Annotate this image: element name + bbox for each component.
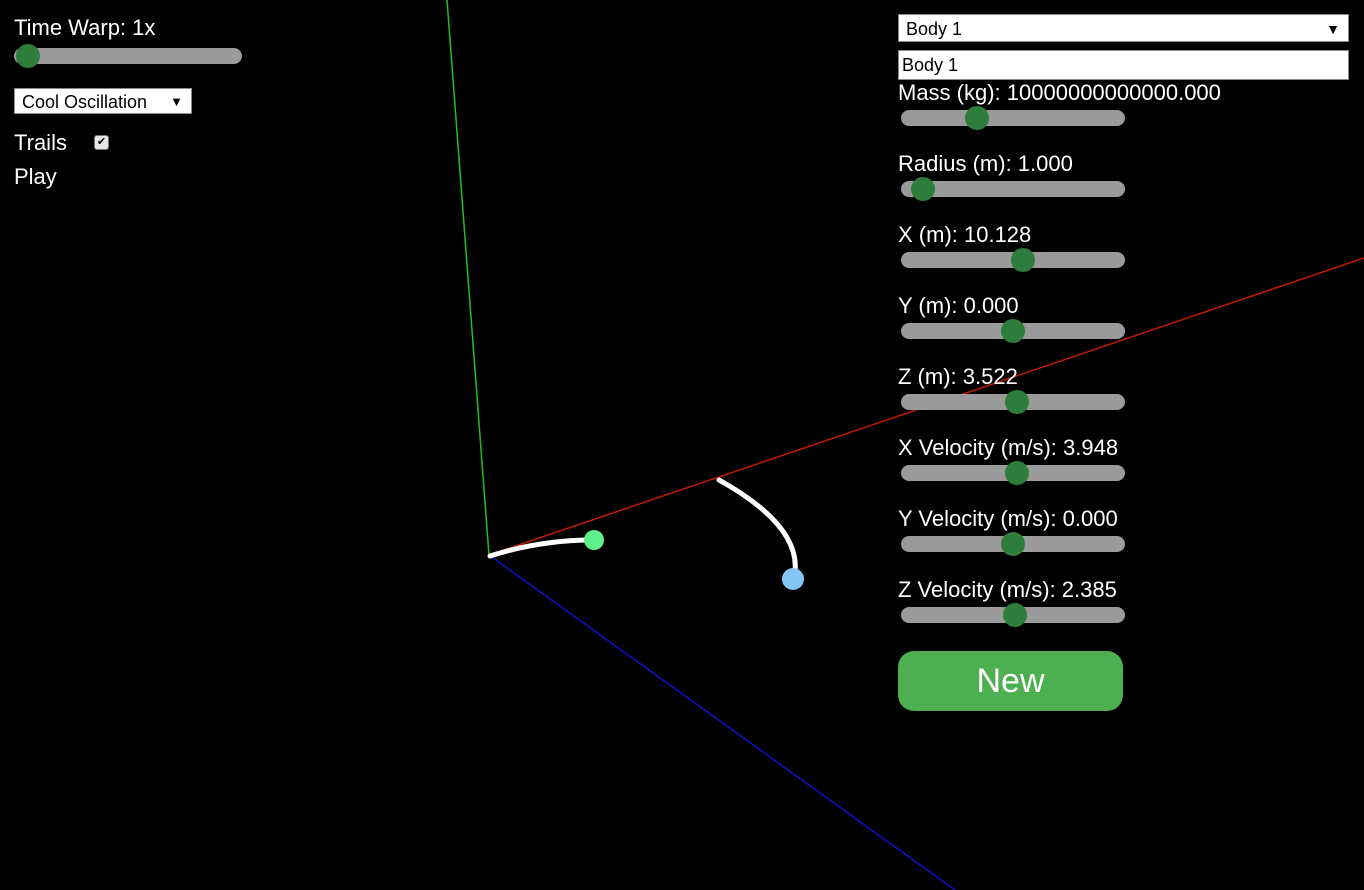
param-y-position: Y (m): 0.000 — [898, 293, 1349, 364]
param-radius: Radius (m): 1.000 — [898, 151, 1349, 222]
z-velocity-slider-thumb[interactable] — [1003, 603, 1027, 627]
preset-dropdown[interactable]: Cool Oscillation ▼ — [14, 88, 192, 114]
param-z-velocity: Z Velocity (m/s): 2.385 — [898, 577, 1349, 648]
y-velocity-slider[interactable] — [901, 532, 1125, 556]
body1-sphere[interactable] — [584, 530, 604, 550]
param-mass: Mass (kg): 10000000000000.000 — [898, 80, 1349, 151]
y-velocity-label: Y Velocity (m/s): 0.000 — [898, 506, 1118, 531]
y-position-slider[interactable] — [901, 319, 1125, 343]
body-selector-dropdown[interactable]: Body 1 ▼ — [898, 14, 1349, 42]
radius-slider[interactable] — [901, 177, 1125, 201]
trails-checkbox[interactable]: ✔ — [94, 135, 109, 150]
mass-label: Mass (kg): 10000000000000.000 — [898, 80, 1221, 105]
x-position-slider-thumb[interactable] — [1011, 248, 1035, 272]
y-velocity-slider-thumb[interactable] — [1001, 532, 1025, 556]
time-warp-slider-thumb[interactable] — [16, 44, 40, 68]
trails-label: Trails — [14, 130, 67, 155]
x-velocity-label: X Velocity (m/s): 3.948 — [898, 435, 1119, 460]
body2-trail — [716, 477, 798, 575]
chevron-down-icon: ▼ — [1326, 21, 1340, 37]
x-velocity-slider-thumb[interactable] — [1005, 461, 1029, 485]
body2-sphere[interactable] — [782, 568, 804, 590]
radius-label: Radius (m): 1.000 — [898, 151, 1073, 176]
z-axis — [488, 554, 956, 890]
time-warp-slider[interactable] — [14, 44, 242, 68]
radius-slider-thumb[interactable] — [911, 177, 935, 201]
param-x-velocity: X Velocity (m/s): 3.948 — [898, 435, 1349, 506]
z-velocity-slider[interactable] — [901, 603, 1125, 627]
x-position-label: X (m): 10.128 — [898, 222, 1032, 247]
z-velocity-label: Z Velocity (m/s): 2.385 — [898, 577, 1117, 602]
trails-toggle-row: Trails ✔ — [14, 128, 254, 158]
mass-slider[interactable] — [901, 106, 1125, 130]
param-x-position: X (m): 10.128 — [898, 222, 1349, 293]
param-z-position: Z (m): 3.522 — [898, 364, 1349, 435]
z-position-slider-thumb[interactable] — [1005, 390, 1029, 414]
z-position-label: Z (m): 3.522 — [898, 364, 1018, 389]
x-velocity-slider[interactable] — [901, 461, 1125, 485]
body1-trail — [487, 537, 596, 559]
body-editor-panel: Body 1 ▼ Mass (kg): 10000000000000.000 Ra… — [898, 14, 1349, 711]
body-name-input[interactable] — [898, 50, 1349, 80]
sim-controls-panel: Time Warp: 1x Cool Oscillation ▼ Trails … — [14, 14, 254, 192]
y-position-label: Y (m): 0.000 — [898, 293, 1019, 318]
chevron-down-icon: ▼ — [170, 94, 183, 109]
new-body-button[interactable]: New — [898, 651, 1123, 711]
param-y-velocity: Y Velocity (m/s): 0.000 — [898, 506, 1349, 577]
z-position-slider[interactable] — [901, 390, 1125, 414]
time-warp-label: Time Warp: 1x — [14, 15, 156, 40]
preset-selected-value: Cool Oscillation — [22, 92, 148, 112]
y-axis — [446, 0, 490, 556]
mass-slider-thumb[interactable] — [965, 106, 989, 130]
y-position-slider-thumb[interactable] — [1001, 319, 1025, 343]
body-parameters: Mass (kg): 10000000000000.000 Radius (m):… — [898, 80, 1349, 648]
x-position-slider[interactable] — [901, 248, 1125, 272]
play-button[interactable]: Play — [14, 162, 57, 192]
body-selector-value: Body 1 — [906, 19, 963, 39]
